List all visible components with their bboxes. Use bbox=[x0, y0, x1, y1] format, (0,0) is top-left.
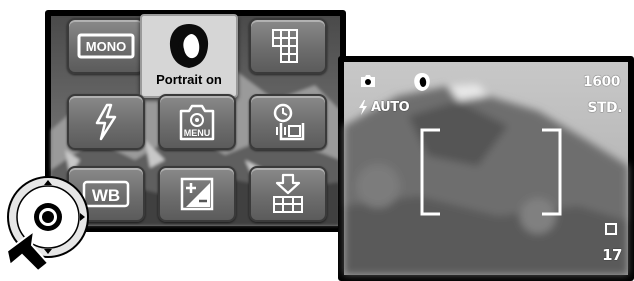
self-timer-icon bbox=[273, 103, 305, 141]
flash-icon bbox=[95, 103, 117, 141]
exposure-compensation-icon bbox=[180, 177, 214, 211]
exposure-compensation-button[interactable] bbox=[158, 166, 236, 222]
portrait-status-label: Portrait on bbox=[156, 72, 222, 87]
portrait-icon bbox=[169, 24, 209, 68]
controller-dial[interactable] bbox=[2, 173, 98, 273]
flash-button[interactable] bbox=[67, 94, 145, 150]
single-frame-icon bbox=[605, 223, 617, 235]
af-frame bbox=[420, 128, 562, 216]
grid-button[interactable] bbox=[249, 18, 327, 74]
menu-button[interactable]: MENU bbox=[158, 94, 236, 150]
camera-mode-icon bbox=[361, 75, 375, 87]
mono-button[interactable]: MONO bbox=[67, 18, 145, 74]
image-quality-label: STD. bbox=[587, 100, 622, 116]
live-view-screen: AUTO 1600 STD. 17 bbox=[338, 56, 634, 281]
portrait-tile[interactable]: Portrait on bbox=[140, 14, 238, 98]
image-size-icon bbox=[273, 173, 303, 213]
portrait-mode-icon bbox=[414, 73, 430, 91]
mono-text: MONO bbox=[86, 39, 126, 54]
mono-icon: MONO bbox=[77, 33, 135, 59]
flash-mode-label: AUTO bbox=[371, 100, 410, 115]
self-timer-button[interactable] bbox=[249, 94, 327, 150]
image-size-label: 1600 bbox=[583, 74, 620, 90]
menu-text: MENU bbox=[184, 128, 211, 138]
flash-auto-icon bbox=[359, 100, 367, 115]
frame-counter: 17 bbox=[602, 246, 622, 264]
camera-menu-icon: MENU bbox=[179, 104, 215, 141]
image-size-button[interactable] bbox=[249, 166, 327, 222]
grid-icon bbox=[272, 29, 298, 63]
